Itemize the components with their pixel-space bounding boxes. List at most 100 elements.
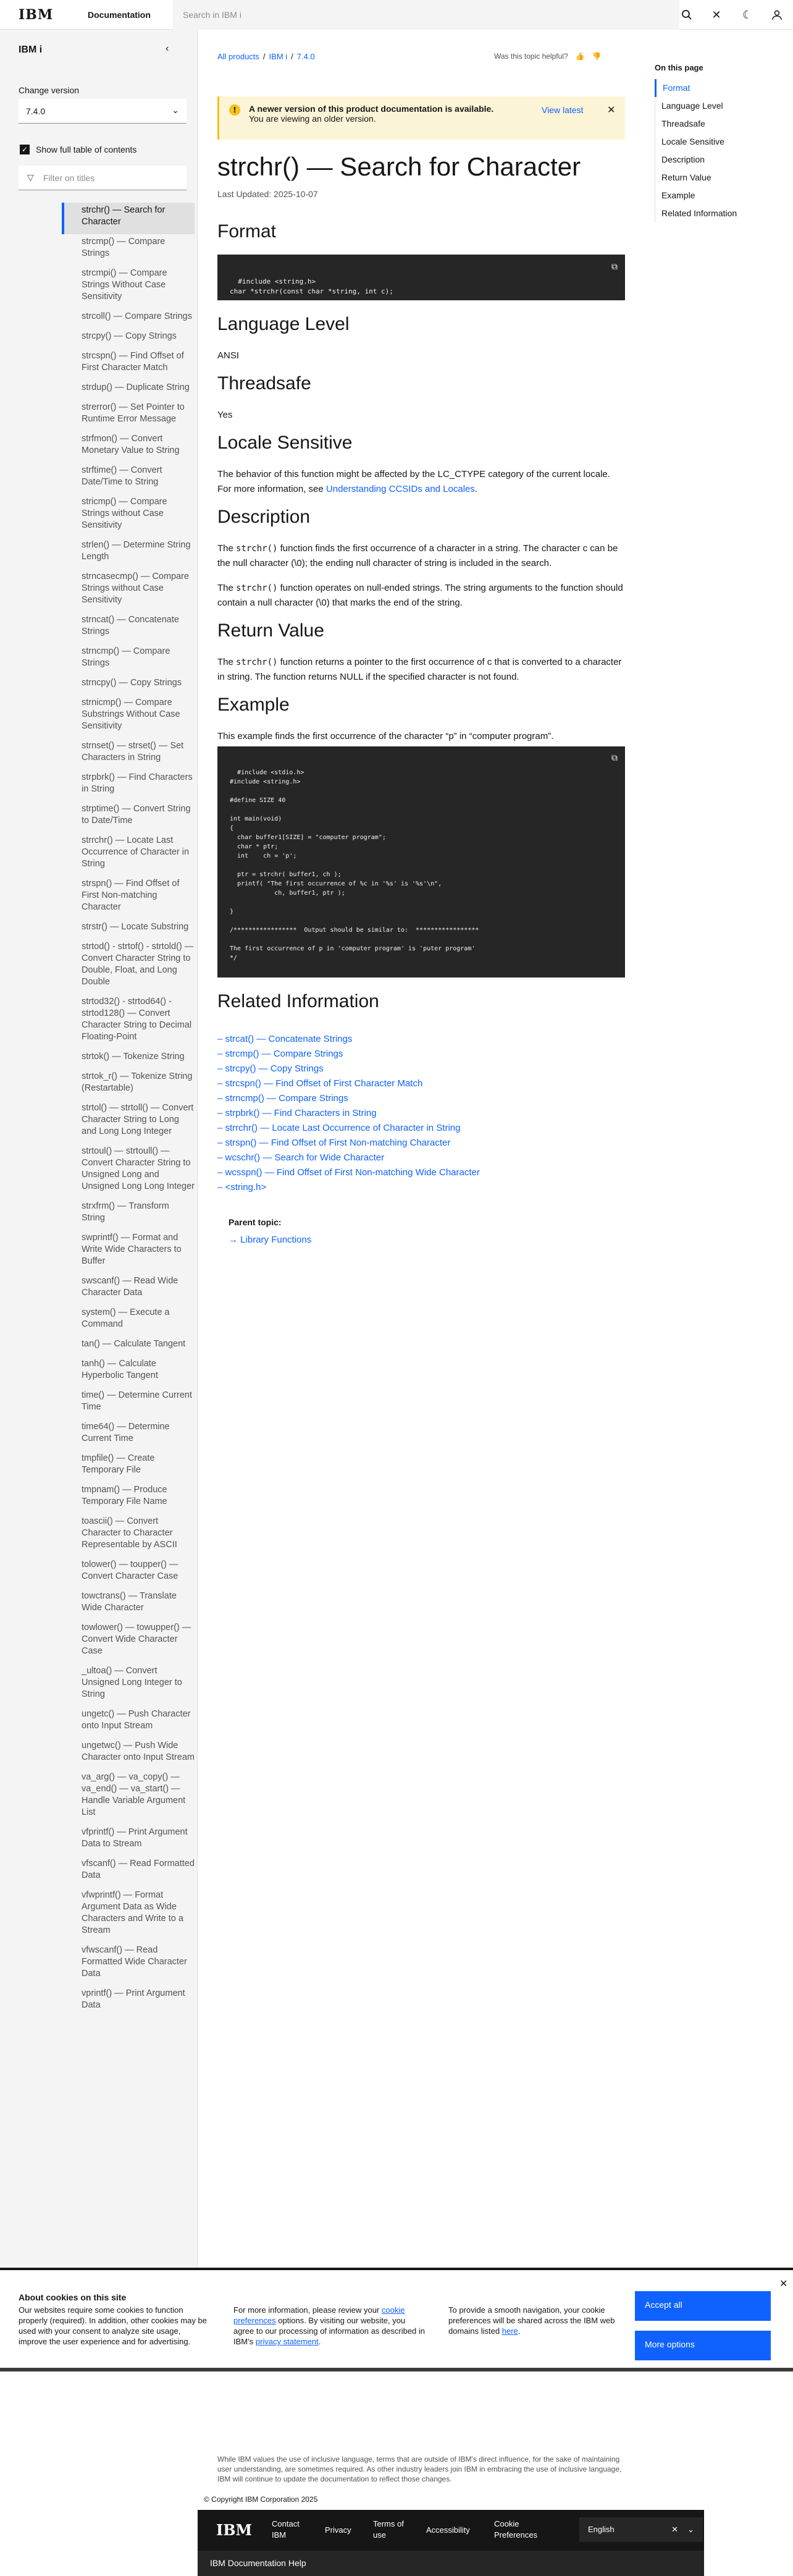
close-cookie-icon[interactable]: ✕: [779, 2278, 787, 2290]
toc-item[interactable]: vprintf() — Print Argument Data: [62, 1986, 195, 2017]
toc-item[interactable]: vfprintf() — Print Argument Data to Stre…: [62, 1825, 195, 1856]
toc-item[interactable]: strnicmp() — Compare Substrings Without …: [62, 695, 195, 738]
toc-item[interactable]: strstr() — Locate Substring: [62, 919, 195, 939]
toc-item[interactable]: strtok_r() — Tokenize String (Restartabl…: [62, 1069, 195, 1100]
cookie-domains-link[interactable]: here: [502, 2326, 518, 2336]
documentation-link[interactable]: Documentation: [88, 10, 168, 20]
related-link[interactable]: strpbrk() — Find Characters in String: [225, 1108, 377, 1118]
toc-item[interactable]: strdup() — Duplicate String: [62, 380, 195, 400]
footer-link-contact[interactable]: Contact IBM: [272, 2519, 315, 2541]
related-link[interactable]: <string.h>: [225, 1182, 267, 1193]
copy-icon[interactable]: ⧉: [611, 754, 618, 763]
toc-item[interactable]: strcoll() — Compare Strings: [62, 309, 195, 329]
clear-icon[interactable]: ✕: [671, 2525, 678, 2535]
otp-item[interactable]: Example: [655, 187, 743, 205]
otp-item[interactable]: Return Value: [655, 169, 743, 187]
toc-item[interactable]: ungetwc() — Push Wide Character onto Inp…: [62, 1738, 195, 1770]
toc-item[interactable]: tmpnam() — Produce Temporary File Name: [62, 1482, 195, 1514]
toc-item[interactable]: _ultoa() — Convert Unsigned Long Integer…: [62, 1663, 195, 1707]
toc-item[interactable]: strnset() — strset() — Set Characters in…: [62, 738, 195, 770]
search-icon[interactable]: [672, 0, 702, 30]
toc-item[interactable]: strchr() — Search for Character: [62, 203, 195, 234]
toc-item[interactable]: swprintf() — Format and Write Wide Chara…: [62, 1230, 195, 1273]
ibm-logo[interactable]: IBM: [19, 7, 63, 23]
toc-item[interactable]: strtoul() — strtoull() — Convert Charact…: [62, 1144, 195, 1199]
toc-item[interactable]: time() — Determine Current Time: [62, 1388, 195, 1419]
related-link[interactable]: strncmp() — Compare Strings: [225, 1093, 348, 1104]
toc-item[interactable]: strpbrk() — Find Characters in String: [62, 770, 195, 801]
search-input[interactable]: Search in IBM i: [173, 0, 679, 30]
parent-topic-link[interactable]: → Library Functions: [229, 1235, 311, 1245]
otp-item[interactable]: Threadsafe: [655, 115, 743, 133]
toc-item[interactable]: strcspn() — Find Offset of First Charact…: [62, 348, 195, 380]
toc-item[interactable]: vfscanf() — Read Formatted Data: [62, 1856, 195, 1888]
toc-item[interactable]: strrchr() — Locate Last Occurrence of Ch…: [62, 833, 195, 876]
footer-link-terms[interactable]: Terms of use: [373, 2519, 410, 2541]
more-options-button[interactable]: More options: [635, 2331, 771, 2360]
toc-item[interactable]: strncat() — Concatenate Strings: [62, 612, 195, 644]
related-link[interactable]: wcschr() — Search for Wide Character: [225, 1152, 385, 1163]
related-link[interactable]: strspn() — Find Offset of First Non-matc…: [225, 1138, 451, 1148]
toc-item[interactable]: towctrans() — Translate Wide Character: [62, 1589, 195, 1620]
breadcrumb-all-products[interactable]: All products: [217, 52, 259, 61]
view-latest-link[interactable]: View latest: [542, 105, 583, 115]
copy-icon[interactable]: ⧉: [611, 262, 618, 272]
footer-ibm-logo[interactable]: IBM: [216, 2521, 252, 2539]
breadcrumb-version[interactable]: 7.4.0: [297, 52, 315, 61]
related-link[interactable]: strcmp() — Compare Strings: [225, 1049, 343, 1059]
toc-item[interactable]: tolower() — toupper() — Convert Characte…: [62, 1557, 195, 1589]
toc-item[interactable]: strerror() — Set Pointer to Runtime Erro…: [62, 400, 195, 431]
toc-item[interactable]: strtod32() - strtod64() - strtod128() — …: [62, 994, 195, 1049]
toc-item[interactable]: tmpfile() — Create Temporary File: [62, 1451, 195, 1482]
toc-item[interactable]: stricmp() — Compare Strings without Case…: [62, 494, 195, 538]
toc-item[interactable]: strncasecmp() — Compare Strings without …: [62, 569, 195, 612]
toc-item[interactable]: strcmp() — Compare Strings: [62, 234, 195, 266]
chevron-left-icon[interactable]: ‹: [166, 43, 169, 54]
toc-item[interactable]: strxfrm() — Transform String: [62, 1199, 195, 1230]
toc-item[interactable]: tanh() — Calculate Hyperbolic Tangent: [62, 1356, 195, 1388]
thumbs-up-icon[interactable]: 👍: [576, 52, 585, 61]
toc-item[interactable]: strtol() — strtoll() — Convert Character…: [62, 1100, 195, 1144]
otp-item[interactable]: Format: [655, 79, 743, 97]
toc-item[interactable]: toascii() — Convert Character to Charact…: [62, 1514, 195, 1557]
breadcrumb-ibm-i[interactable]: IBM i: [269, 52, 288, 61]
footer-link-cookie-preferences[interactable]: Cookie Preferences: [494, 2519, 562, 2541]
documentation-help[interactable]: IBM Documentation Help: [198, 2551, 704, 2576]
close-icon[interactable]: ✕: [702, 0, 731, 30]
toc-item[interactable]: strlen() — Determine String Length: [62, 538, 195, 569]
otp-item[interactable]: Locale Sensitive: [655, 133, 743, 151]
toc-item[interactable]: strtod() - strtof() - strtold() — Conver…: [62, 939, 195, 994]
user-icon[interactable]: [762, 0, 792, 30]
theme-moon-icon[interactable]: ☾: [732, 0, 762, 30]
toc-item[interactable]: strncmp() — Compare Strings: [62, 644, 195, 675]
otp-item[interactable]: Related Information: [655, 205, 743, 222]
thumbs-down-icon[interactable]: 👎: [592, 52, 602, 61]
related-link[interactable]: strcpy() — Copy Strings: [225, 1063, 324, 1074]
toc-item[interactable]: strftime() — Convert Date/Time to String: [62, 463, 195, 494]
show-toc-checkbox[interactable]: ✓: [20, 145, 30, 154]
language-select[interactable]: English ✕ ⌄: [579, 2517, 703, 2542]
toc-item[interactable]: time64() — Determine Current Time: [62, 1419, 195, 1451]
toc-item[interactable]: towlower() — towupper() — Convert Wide C…: [62, 1620, 195, 1663]
toc-item[interactable]: strcmpi() — Compare Strings Without Case…: [62, 266, 195, 309]
toc-item[interactable]: vfwprintf() — Format Argument Data as Wi…: [62, 1888, 195, 1943]
related-link[interactable]: strcspn() — Find Offset of First Charact…: [225, 1078, 423, 1089]
filter-input[interactable]: ▽ Filter on titles: [19, 166, 187, 190]
footer-link-privacy[interactable]: Privacy: [325, 2525, 351, 2536]
related-link[interactable]: strrchr() — Locate Last Occurrence of Ch…: [225, 1123, 461, 1133]
related-link[interactable]: wcsspn() — Find Offset of First Non-matc…: [225, 1167, 480, 1178]
toc-item[interactable]: system() — Execute a Command: [62, 1305, 195, 1337]
otp-item[interactable]: Description: [655, 151, 743, 169]
toc-item[interactable]: tan() — Calculate Tangent: [62, 1337, 195, 1356]
toc-item[interactable]: strspn() — Find Offset of First Non-matc…: [62, 876, 195, 919]
otp-item[interactable]: Language Level: [655, 97, 743, 115]
toc-item[interactable]: strfmon() — Convert Monetary Value to St…: [62, 431, 195, 463]
toc-item[interactable]: va_arg() — va_copy() — va_end() — va_sta…: [62, 1770, 195, 1825]
toc-item[interactable]: strcpy() — Copy Strings: [62, 329, 195, 348]
toc-item[interactable]: vfwscanf() — Read Formatted Wide Charact…: [62, 1943, 195, 1986]
footer-link-accessibility[interactable]: Accessibility: [426, 2525, 470, 2536]
ccsid-link[interactable]: Understanding CCSIDs and Locales: [326, 484, 475, 494]
toc-item[interactable]: strncpy() — Copy Strings: [62, 675, 195, 695]
close-notice-icon[interactable]: ✕: [607, 104, 615, 116]
version-select[interactable]: 7.4.0 ⌄: [19, 99, 187, 124]
